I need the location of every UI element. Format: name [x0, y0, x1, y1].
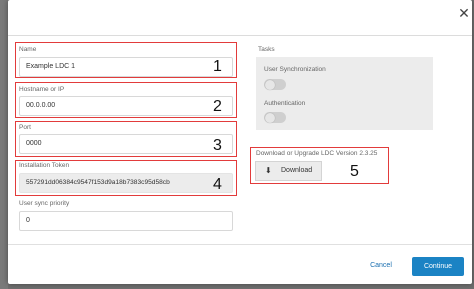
marker-2: 2: [213, 98, 222, 115]
user-sync-toggle[interactable]: [264, 79, 286, 90]
marker-3: 3: [213, 137, 222, 154]
cancel-button[interactable]: Cancel: [364, 258, 398, 274]
ldc-dialog: ✕ Name Example LDC 1 1 Hostname or IP 00…: [8, 0, 472, 284]
token-input[interactable]: 557291dd06384c9547f153d9a18b7383c95d58cb: [19, 173, 233, 193]
download-button[interactable]: ⬇ Download: [255, 161, 322, 181]
sync-priority-input[interactable]: 0: [19, 211, 233, 231]
footer-divider: [8, 244, 472, 245]
toggle-knob: [265, 79, 275, 90]
marker-4: 4: [213, 176, 222, 193]
port-input[interactable]: 0000: [19, 134, 233, 154]
marker-5: 5: [350, 163, 359, 180]
port-label: Port: [19, 124, 31, 131]
sync-priority-label: User sync priority: [19, 200, 70, 207]
download-button-label: Download: [281, 167, 313, 174]
marker-1: 1: [213, 58, 222, 75]
authentication-label: Authentication: [264, 100, 306, 107]
page-backdrop: [0, 0, 8, 289]
tasks-title: Tasks: [258, 46, 275, 53]
close-icon[interactable]: ✕: [456, 5, 472, 21]
name-label: Name: [19, 46, 37, 53]
hostname-label: Hostname or IP: [19, 86, 65, 93]
user-sync-label: User Synchronization: [264, 66, 326, 73]
hostname-input[interactable]: 00.0.0.00: [19, 96, 233, 116]
token-label: Installation Token: [19, 162, 70, 169]
authentication-toggle[interactable]: [264, 112, 286, 123]
download-label: Download or Upgrade LDC Version 2.3.25: [256, 150, 378, 157]
toggle-knob: [265, 112, 275, 123]
download-icon: ⬇: [265, 166, 272, 175]
continue-button[interactable]: Continue: [412, 257, 464, 276]
tasks-panel: User Synchronization Authentication: [256, 57, 433, 130]
header-divider: [8, 35, 472, 36]
name-input[interactable]: Example LDC 1: [19, 57, 233, 77]
